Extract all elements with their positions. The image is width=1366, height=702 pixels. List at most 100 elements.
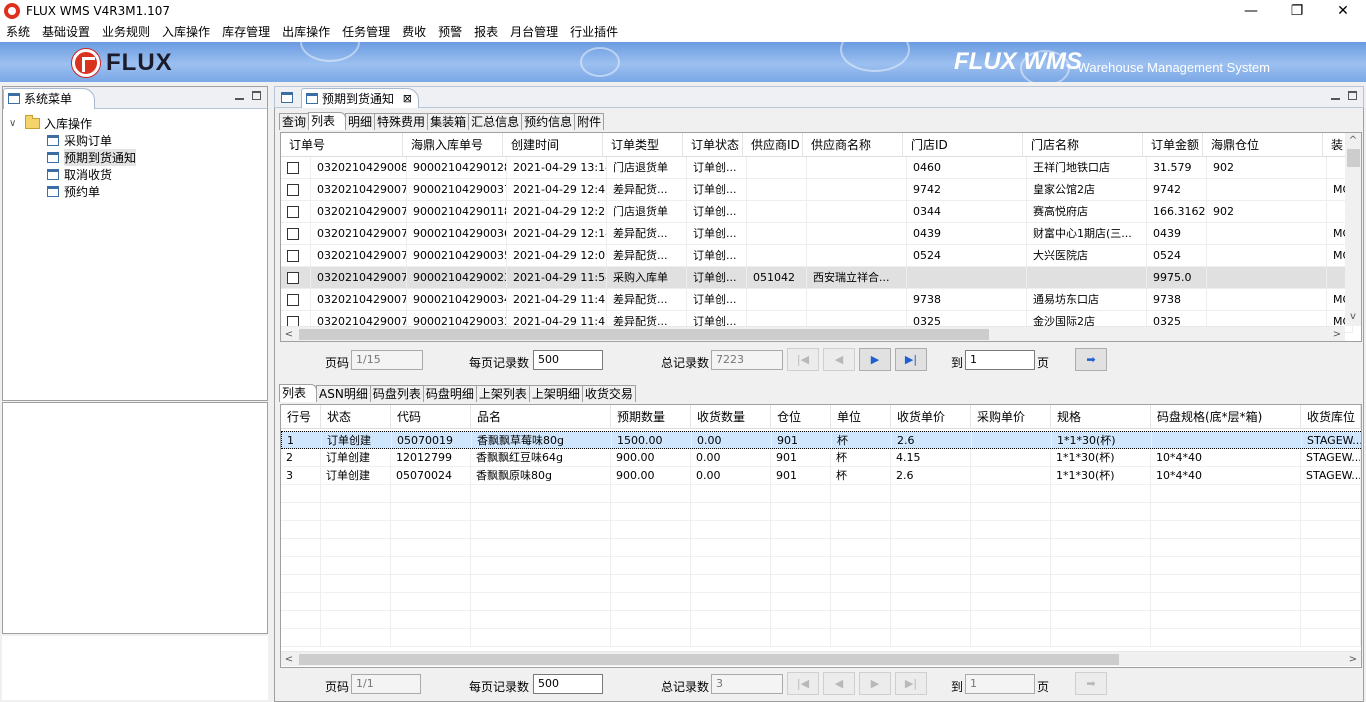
scroll-left-icon[interactable]: < bbox=[281, 327, 297, 341]
column-header[interactable]: 门店名称 bbox=[1023, 133, 1143, 157]
column-header[interactable]: 行号 bbox=[281, 405, 321, 429]
column-header[interactable]: 创建时间 bbox=[503, 133, 603, 157]
tree-item-appointment[interactable]: 预约单 bbox=[9, 183, 136, 200]
tree-item-purchase-order[interactable]: 采购订单 bbox=[9, 132, 136, 149]
column-header[interactable]: 收货库位 bbox=[1301, 405, 1361, 429]
column-header[interactable]: 收货数量 bbox=[691, 405, 771, 429]
tab-detail[interactable]: 明细 bbox=[345, 113, 376, 130]
last-page-button[interactable]: ▶| bbox=[895, 348, 927, 371]
close-button[interactable]: ✕ bbox=[1320, 0, 1366, 22]
menu-business-rules[interactable]: 业务规则 bbox=[96, 22, 156, 42]
prev-page-button[interactable]: ◀ bbox=[823, 672, 855, 695]
column-header[interactable]: 代码 bbox=[391, 405, 471, 429]
column-header[interactable]: 品名 bbox=[471, 405, 611, 429]
row-checkbox[interactable] bbox=[287, 294, 299, 306]
menu-inbound[interactable]: 入库操作 bbox=[156, 22, 216, 42]
editor-list-icon[interactable] bbox=[281, 92, 293, 103]
table-row[interactable]: 1 订单创建 05070019 香飘飘草莓味80g 1500.00 0.00 901 杯 2.6… bbox=[281, 431, 1361, 450]
scroll-up-icon[interactable]: ^ bbox=[1345, 133, 1361, 148]
column-header[interactable]: 订单金额 bbox=[1143, 133, 1203, 157]
minimize-button[interactable]: — bbox=[1228, 0, 1274, 22]
column-header[interactable]: 供应商名称 bbox=[803, 133, 903, 157]
tab-pallet-detail[interactable]: 码盘明细 bbox=[422, 385, 477, 402]
tab-appointment-info[interactable]: 预约信息 bbox=[521, 113, 576, 130]
tab-summary[interactable]: 汇总信息 bbox=[468, 113, 523, 130]
column-header[interactable]: 仓位 bbox=[771, 405, 831, 429]
column-header[interactable]: 订单号 bbox=[281, 133, 403, 157]
column-header[interactable]: 采购单价 bbox=[971, 405, 1051, 429]
tab-putaway-list[interactable]: 上架列表 bbox=[475, 385, 530, 402]
column-header[interactable]: 码盘规格(底*层*箱) bbox=[1151, 405, 1301, 429]
column-header[interactable]: 规格 bbox=[1051, 405, 1151, 429]
tab-query[interactable]: 查询 bbox=[279, 113, 310, 130]
next-page-button[interactable]: ▶ bbox=[859, 348, 891, 371]
menu-alerts[interactable]: 预警 bbox=[432, 22, 468, 42]
column-header[interactable]: 单位 bbox=[831, 405, 891, 429]
column-header[interactable]: 海鼎入库单号 bbox=[403, 133, 503, 157]
menu-inventory[interactable]: 库存管理 bbox=[216, 22, 276, 42]
menu-tasks[interactable]: 任务管理 bbox=[336, 22, 396, 42]
table-row[interactable]: 03202104290076 90002104290118 2021-04-29 1… bbox=[281, 201, 1353, 223]
tab-container[interactable]: 集装箱 bbox=[427, 113, 470, 130]
column-header[interactable]: 预期数量 bbox=[611, 405, 691, 429]
scroll-left-icon[interactable]: < bbox=[281, 652, 297, 667]
go-button[interactable]: ➡ bbox=[1075, 348, 1107, 371]
column-header[interactable]: 状态 bbox=[321, 405, 391, 429]
menu-reports[interactable]: 报表 bbox=[468, 22, 504, 42]
table-row[interactable]: 03202104290080 90002104290128 2021-04-29 1… bbox=[281, 157, 1353, 179]
tab-pallet-list[interactable]: 码盘列表 bbox=[369, 385, 424, 402]
horizontal-scrollbar[interactable]: < > bbox=[281, 651, 1361, 666]
last-page-button[interactable]: ▶| bbox=[895, 672, 927, 695]
prev-page-button[interactable]: ◀ bbox=[823, 348, 855, 371]
row-checkbox[interactable] bbox=[287, 250, 299, 262]
row-checkbox[interactable] bbox=[287, 162, 299, 174]
per-page-input[interactable]: 500 bbox=[533, 350, 603, 370]
next-page-button[interactable]: ▶ bbox=[859, 672, 891, 695]
tab-receiving-transactions[interactable]: 收货交易 bbox=[581, 385, 636, 402]
menu-system[interactable]: 系统 bbox=[0, 22, 36, 42]
per-page-input[interactable]: 500 bbox=[533, 674, 603, 694]
scroll-down-icon[interactable]: v bbox=[1345, 309, 1361, 324]
menu-base-settings[interactable]: 基础设置 bbox=[36, 22, 96, 42]
table-row[interactable]: 2 订单创建 12012799 香飘飘红豆味64g 900.00 0.00 901 杯 4.15… bbox=[281, 449, 1361, 467]
table-row[interactable]: 03202104290073 90002104290023 2021-04-29 1… bbox=[281, 267, 1353, 289]
menu-outbound[interactable]: 出库操作 bbox=[276, 22, 336, 42]
chevron-down-icon[interactable]: ∨ bbox=[9, 118, 21, 129]
table-row[interactable]: 03202104290079 90002104290037 2021-04-29 1… bbox=[281, 179, 1353, 201]
scroll-right-icon[interactable]: > bbox=[1329, 327, 1345, 341]
tree-node-inbound[interactable]: ∨ 入库操作 bbox=[9, 115, 136, 132]
maximize-editor-icon[interactable] bbox=[1348, 91, 1357, 100]
scroll-thumb[interactable] bbox=[1347, 149, 1360, 167]
row-checkbox[interactable] bbox=[287, 272, 299, 284]
tree-item-asn[interactable]: 预期到货通知 bbox=[9, 149, 137, 166]
first-page-button[interactable]: |◀ bbox=[787, 348, 819, 371]
scroll-thumb[interactable] bbox=[299, 329, 989, 340]
column-header[interactable]: 订单类型 bbox=[603, 133, 683, 157]
tab-detail-list[interactable]: 列表 bbox=[279, 384, 318, 402]
table-row[interactable]: 03202104290072 90002104290034 2021-04-29 1… bbox=[281, 289, 1353, 311]
maximize-view-icon[interactable] bbox=[252, 91, 261, 100]
column-header[interactable]: 订单状态 bbox=[683, 133, 743, 157]
tab-asn-detail[interactable]: ASN明细 bbox=[316, 385, 371, 402]
column-header[interactable]: 门店ID bbox=[903, 133, 1023, 157]
tab-list[interactable]: 列表 bbox=[308, 112, 347, 130]
menu-fees[interactable]: 费收 bbox=[396, 22, 432, 42]
row-checkbox[interactable] bbox=[287, 228, 299, 240]
tab-special-fees[interactable]: 特殊费用 bbox=[374, 113, 429, 130]
go-button[interactable]: ➡ bbox=[1075, 672, 1107, 695]
column-header[interactable]: 收货单价 bbox=[891, 405, 971, 429]
scroll-thumb[interactable] bbox=[299, 654, 1119, 665]
row-checkbox[interactable] bbox=[287, 184, 299, 196]
maximize-button[interactable]: ❐ bbox=[1274, 0, 1320, 22]
scroll-right-icon[interactable]: > bbox=[1345, 652, 1361, 667]
table-row[interactable]: 03202104290075 90002104290036 2021-04-29 1… bbox=[281, 223, 1353, 245]
minimize-view-icon[interactable] bbox=[235, 91, 244, 100]
goto-page-input[interactable]: 1 bbox=[965, 350, 1035, 370]
tab-attachment[interactable]: 附件 bbox=[574, 113, 605, 130]
row-checkbox[interactable] bbox=[287, 206, 299, 218]
horizontal-scrollbar[interactable]: < > bbox=[281, 326, 1345, 341]
menu-dock[interactable]: 月台管理 bbox=[504, 22, 564, 42]
tab-system-menu[interactable]: 系统菜单 bbox=[3, 88, 96, 109]
tree-item-cancel-receipt[interactable]: 取消收货 bbox=[9, 166, 136, 183]
tab-putaway-detail[interactable]: 上架明细 bbox=[528, 385, 583, 402]
